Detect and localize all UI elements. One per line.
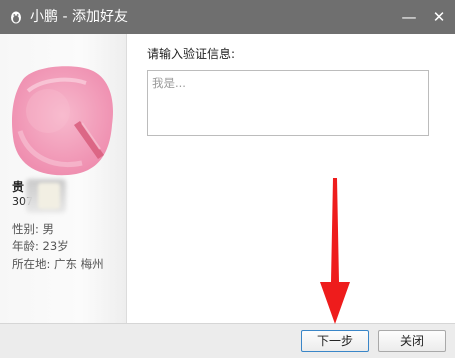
verify-label: 请输入验证信息: — [147, 47, 236, 61]
profile-location: 所在地: 广东 梅州 — [12, 257, 104, 271]
privacy-mosaic-overlay — [38, 183, 60, 209]
profile-age: 年龄: 23岁 — [12, 239, 69, 253]
close-window-button[interactable]: ✕ — [423, 0, 455, 34]
profile-gender: 性别: 男 — [12, 222, 55, 236]
verify-message-input[interactable] — [147, 70, 429, 136]
close-button[interactable]: 关闭 — [378, 330, 446, 352]
default-avatar-icon — [12, 66, 113, 176]
profile-name-block: 贵 307 — [12, 179, 122, 213]
profile-name: 贵 — [12, 180, 25, 194]
add-friend-dialog: 小鹏 - 添加好友 — ✕ 贵 307 性别: 男 年龄: 23岁 所在地: 广… — [0, 0, 455, 358]
profile-panel: 贵 307 性别: 男 年龄: 23岁 所在地: 广东 梅州 — [0, 34, 127, 323]
title-bar[interactable]: 小鹏 - 添加好友 — ✕ — [0, 0, 455, 34]
penguin-icon — [11, 11, 21, 24]
window-title: 小鹏 - 添加好友 — [30, 9, 128, 25]
red-arrow-annotation — [320, 178, 350, 324]
next-button[interactable]: 下一步 — [301, 330, 369, 352]
minimize-button[interactable]: — — [393, 0, 425, 34]
